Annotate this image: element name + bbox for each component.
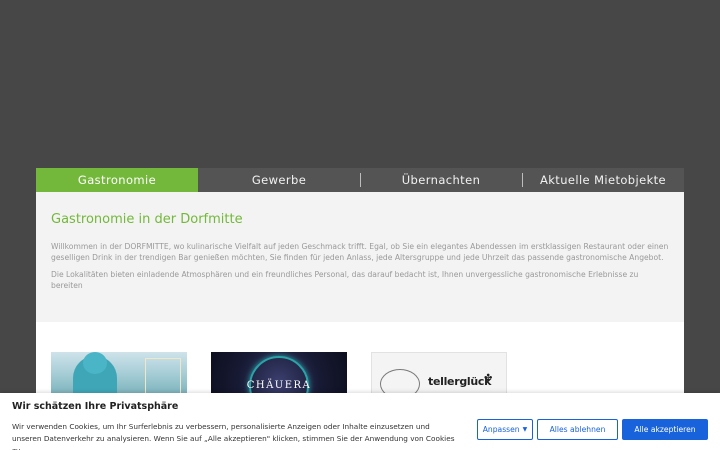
customize-button[interactable]: Anpassen ▼	[477, 419, 533, 440]
cookie-text: Wir verwenden Cookies, um Ihr Surferlebn…	[12, 422, 455, 450]
atmosphere-paragraph: Die Lokalitäten bieten einladende Atmosp…	[51, 269, 639, 291]
tab-gewerbe[interactable]: Gewerbe	[198, 168, 360, 192]
chaeuera-logo: CHÄUERA	[246, 380, 312, 391]
tab-label: Übernachten	[401, 173, 481, 187]
buddha-head-image	[83, 352, 107, 374]
accept-all-button[interactable]: Alle akzeptieren	[622, 419, 708, 440]
customize-label: Anpassen	[482, 425, 520, 434]
caret-down-icon: ▼	[522, 426, 528, 433]
intro-paragraph: Willkommen in der DORFMITTE, wo kulinari…	[51, 242, 669, 263]
tab-content-panel: Gastronomie in der Dorfmitte Willkommen …	[36, 192, 684, 322]
reject-all-button[interactable]: Alles ablehnen	[537, 419, 618, 440]
tab-aktuelle-mietobjekte[interactable]: Aktuelle Mietobjekte	[522, 168, 684, 192]
category-tabs: Gastronomie Gewerbe Übernachten Aktuelle…	[36, 168, 684, 199]
tab-gastronomie[interactable]: Gastronomie	[36, 168, 198, 199]
tab-label: Gastronomie	[77, 173, 157, 187]
tab-divider	[360, 173, 361, 187]
section-heading: Gastronomie in der Dorfmitte	[51, 212, 243, 227]
tab-label: Gewerbe	[251, 173, 307, 187]
tellerglueck-logo: tellerglück	[428, 375, 492, 388]
clover-icon: ✤	[484, 373, 493, 384]
tab-divider	[522, 173, 523, 187]
tab-uebernachten[interactable]: Übernachten	[360, 168, 522, 192]
accept-label: Alle akzeptieren	[634, 425, 696, 434]
cookie-title: Wir schätzen Ihre Privatsphäre	[12, 401, 179, 412]
reject-label: Alles ablehnen	[549, 425, 606, 434]
cookie-banner: Wir schätzen Ihre Privatsphäre Wir verwe…	[0, 393, 720, 450]
tab-label: Aktuelle Mietobjekte	[539, 173, 667, 187]
